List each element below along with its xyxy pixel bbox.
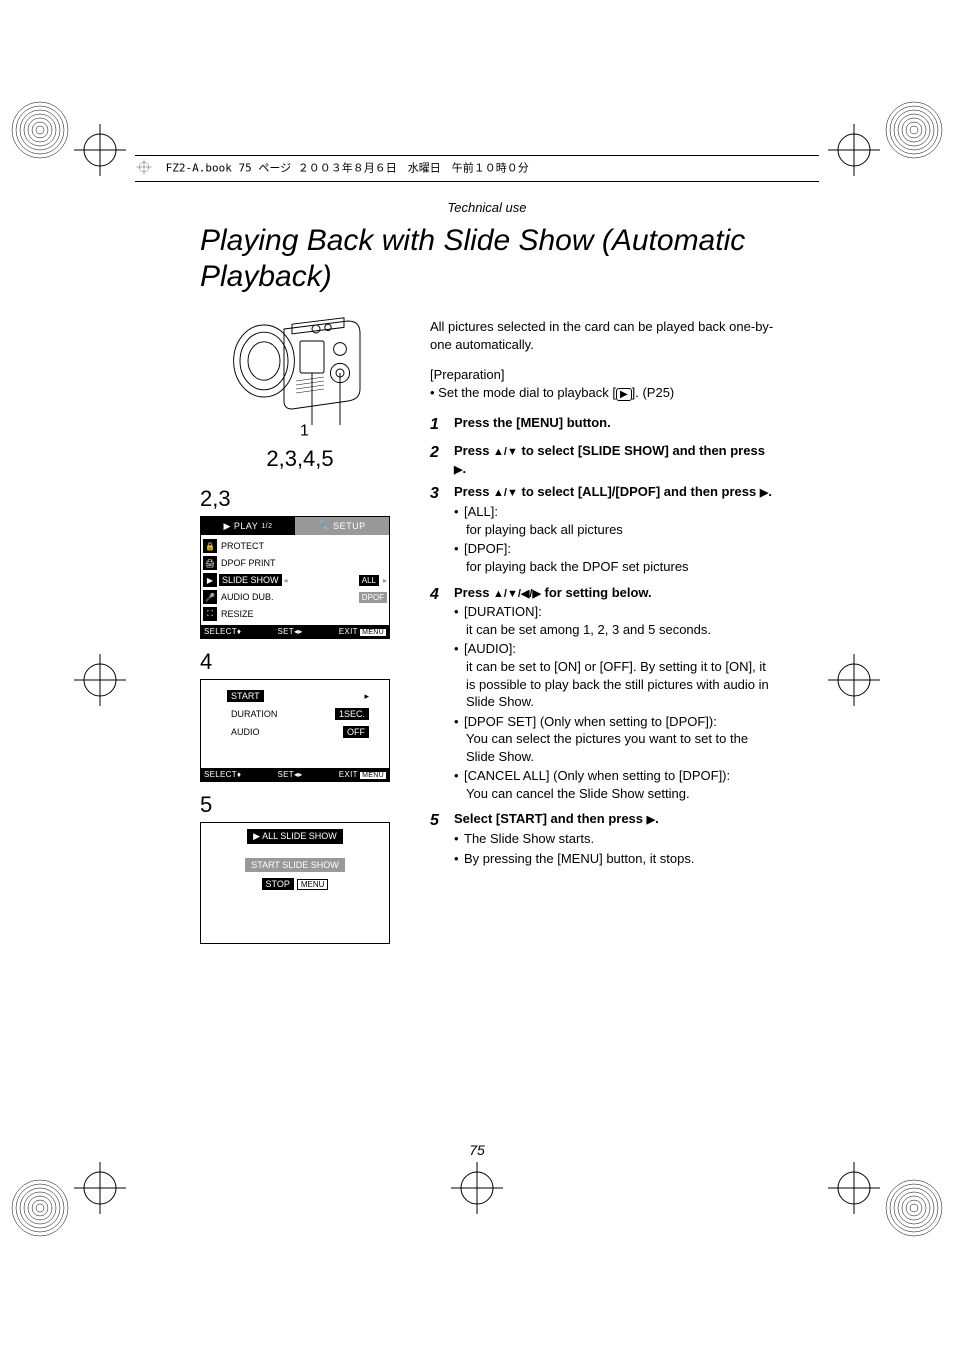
registration-mark-icon [824,650,884,710]
page-title: Playing Back with Slide Show (Automatic … [200,223,774,295]
lcd-menu-slideshow: ▶ ALL SLIDE SHOW START SLIDE SHOW STOP M… [200,822,390,944]
print-header: FZ2-A.book 75 ページ ２００３年８月６日 水曜日 午前１０時０分 [135,155,819,182]
step-number: 2 [430,442,444,478]
lcd-tab-setup: 🔧 SETUP [295,517,389,535]
updown-icon: ♦ [237,627,241,636]
menu-block-label-1: 2,3 [200,486,400,512]
registration-circles-bottom-left [10,1178,70,1238]
protect-icon: 🔒 [203,539,217,553]
left-arrow-icon: ◂ [284,576,288,585]
registration-circles-top-left [10,100,70,160]
registration-mark-icon [824,120,884,180]
up-down-icon: ▲/▼ [493,487,518,499]
resize-icon: ⛶ [203,607,217,621]
lcd-menu-play: ▶ PLAY 1/2 🔧 SETUP 🔒PROTECT 🖨DPOF PRINT [200,516,390,639]
step-number: 4 [430,584,444,805]
step-number: 1 [430,414,444,436]
up-down-icon: ▲/▼ [493,446,518,458]
menu-block-label-3: 5 [200,792,400,818]
registration-circles-top-right [884,100,944,160]
leftright-icon: ◂▸ [294,770,303,779]
section-label: Technical use [200,200,774,215]
preparation-text-2: ]. (P25) [632,385,675,400]
slide-show-icon: ▶ [203,573,217,587]
camera-callout-2: 2,3,4,5 [200,446,400,472]
step-1-text: Press the [MENU] button. [454,415,611,430]
right-arrow-icon: ▸ [383,576,387,585]
registration-mark-icon [70,1158,130,1218]
registration-mark-icon [70,650,130,710]
step-number: 3 [430,483,444,577]
registration-mark-icon [70,120,130,180]
audio-dub-icon: 🎤 [203,590,217,604]
page-number: 75 [0,1142,954,1158]
leftright-icon: ◂▸ [294,627,303,636]
print-header-text: FZ2-A.book 75 ページ ２００３年８月６日 水曜日 午前１０時０分 [166,162,529,175]
right-arrow-icon: ▸ [364,691,369,702]
slide-show-icon: ▶ [253,831,262,841]
setup-tab-icon: 🔧 [318,521,330,532]
svg-text:1: 1 [300,422,309,439]
playback-icon: ▶ [616,388,632,401]
registration-mark-icon [824,1158,884,1218]
preparation-text-1: • Set the mode dial to playback [ [430,385,616,400]
step-number: 5 [430,810,444,869]
menu-block-label-2: 4 [200,649,400,675]
camera-illustration: 1 2,3,4,5 [200,305,400,472]
intro-text: All pictures selected in the card can be… [430,318,774,353]
lcd-menu-settings: START▸ DURATION1SEC. AUDIOOFF SELECT♦ SE… [200,679,390,782]
preparation-label: [Preparation] [430,367,504,382]
dpof-print-icon: 🖨 [203,556,217,570]
registration-circles-bottom-right [884,1178,944,1238]
right-icon: ▶ [647,814,655,826]
nav-cross-icon: ▲/▼/◀/▶ [493,588,541,600]
lcd-tab-play: ▶ PLAY 1/2 [201,517,295,535]
updown-icon: ♦ [237,770,241,779]
play-tab-icon: ▶ [223,521,230,532]
